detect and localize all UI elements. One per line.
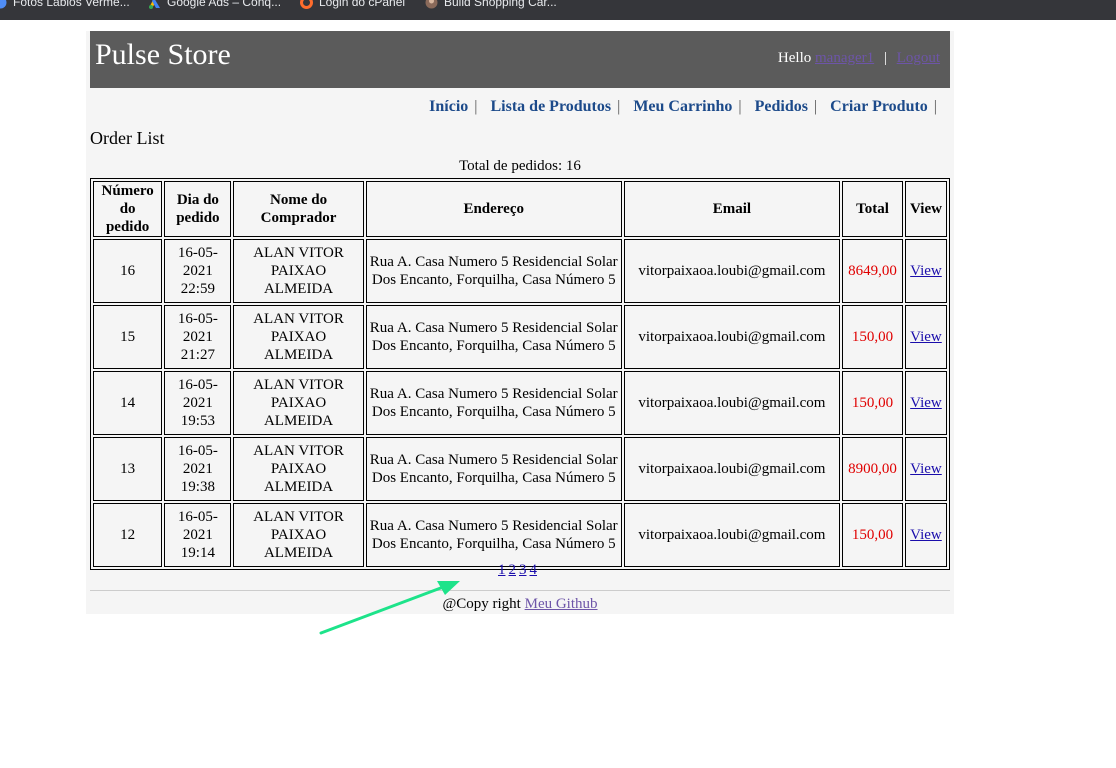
table-row: 12 16-05-2021 19:14 ALAN VITOR PAIXAO ALME…: [93, 503, 947, 567]
column-header-endereco: Endereço: [365, 181, 622, 237]
email-cell: vitorpaixaoa.loubi@gmail.com: [623, 305, 841, 369]
menu-separator: |: [813, 98, 818, 115]
pagination: 1234: [498, 562, 540, 579]
column-header-dia: Dia do pedido: [164, 181, 232, 237]
order-number-cell: 13: [93, 437, 163, 501]
buyer-name-cell: ALAN VITOR PAIXAO ALMEIDA: [233, 503, 364, 567]
view-link[interactable]: View: [910, 527, 942, 543]
email-cell: vitorpaixaoa.loubi@gmail.com: [623, 503, 841, 567]
order-number-cell: 12: [93, 503, 163, 567]
cpanel-icon: [300, 0, 313, 9]
view-cell: View: [904, 437, 947, 501]
github-link[interactable]: Meu Github: [525, 596, 598, 612]
address-cell: Rua A. Casa Numero 5 Residencial Solar D…: [365, 305, 622, 369]
column-header-email: Email: [623, 181, 841, 237]
page-container: Pulse Store Hello manager1 | Logout Iníc…: [86, 31, 954, 614]
bookmark-item[interactable]: Build Shopping Car...: [425, 0, 557, 9]
site-brand: Pulse Store: [95, 38, 231, 71]
view-cell: View: [904, 371, 947, 435]
avatar-icon: [425, 0, 438, 9]
email-cell: vitorpaixaoa.loubi@gmail.com: [623, 239, 841, 303]
address-cell: Rua A. Casa Numero 5 Residencial Solar D…: [365, 371, 622, 435]
order-total-cell: 150,00: [842, 371, 903, 435]
address-cell: Rua A. Casa Numero 5 Residencial Solar D…: [365, 437, 622, 501]
buyer-name-cell: ALAN VITOR PAIXAO ALMEIDA: [233, 239, 364, 303]
order-total-cell: 150,00: [842, 305, 903, 369]
logout-link[interactable]: Logout: [897, 50, 940, 66]
bookmarks-bar: Fotos Lábios Verme... Google Ads – Conq.…: [0, 0, 1116, 20]
address-cell: Rua A. Casa Numero 5 Residencial Solar D…: [365, 503, 622, 567]
menu-item-criar-produto[interactable]: Criar Produto: [830, 98, 928, 115]
orders-total: Total de pedidos: 16: [459, 158, 581, 174]
order-date-cell: 16-05-2021 19:53: [164, 371, 232, 435]
order-total-cell: 8649,00: [842, 239, 903, 303]
table-row: 15 16-05-2021 21:27 ALAN VITOR PAIXAO ALME…: [93, 305, 947, 369]
page-title: Order List: [90, 128, 165, 148]
menu-separator: |: [474, 98, 478, 115]
column-header-nome: Nome do Comprador: [233, 181, 364, 237]
address-cell: Rua A. Casa Numero 5 Residencial Solar D…: [365, 239, 622, 303]
view-cell: View: [904, 305, 947, 369]
menu-item-meu-carrinho[interactable]: Meu Carrinho: [633, 98, 732, 115]
column-header-total: Total: [842, 181, 903, 237]
buyer-name-cell: ALAN VITOR PAIXAO ALMEIDA: [233, 437, 364, 501]
bookmark-label: Fotos Lábios Verme...: [13, 0, 130, 9]
bookmark-item[interactable]: Fotos Lábios Verme...: [0, 0, 130, 9]
page-link-4[interactable]: 4: [530, 562, 538, 578]
globe-icon: [0, 0, 7, 9]
page-link-1[interactable]: 1: [498, 562, 506, 578]
site-header: Pulse Store Hello manager1 | Logout: [90, 31, 950, 88]
order-date-cell: 16-05-2021 21:27: [164, 305, 232, 369]
table-row: 14 16-05-2021 19:53 ALAN VITOR PAIXAO ALME…: [93, 371, 947, 435]
menu-item-inicio[interactable]: Início: [429, 98, 468, 115]
order-number-cell: 15: [93, 305, 163, 369]
bookmark-label: Login do cPanel: [319, 0, 406, 9]
main-menu: Início | Lista de Produtos | Meu Carrinho |…: [429, 98, 946, 116]
order-date-cell: 16-05-2021 19:14: [164, 503, 232, 567]
email-cell: vitorpaixaoa.loubi@gmail.com: [623, 437, 841, 501]
header-separator: |: [883, 50, 887, 66]
orders-table: Número do pedido Dia do pedido Nome do C…: [90, 178, 950, 570]
order-date-cell: 16-05-2021 19:38: [164, 437, 232, 501]
table-row: 13 16-05-2021 19:38 ALAN VITOR PAIXAO ALME…: [93, 437, 947, 501]
order-total-cell: 8900,00: [842, 437, 903, 501]
table-header-row: Número do pedido Dia do pedido Nome do C…: [93, 181, 947, 237]
bookmark-item[interactable]: Google Ads – Conq...: [148, 0, 281, 9]
order-date-cell: 16-05-2021 22:59: [164, 239, 232, 303]
view-cell: View: [904, 239, 947, 303]
user-greeting: Hello manager1 | Logout: [778, 50, 940, 67]
copyright-text: @Copy right: [442, 596, 521, 612]
page-link-2[interactable]: 2: [509, 562, 517, 578]
bookmark-label: Build Shopping Car...: [444, 0, 557, 9]
google-ads-icon: [148, 0, 161, 9]
email-cell: vitorpaixaoa.loubi@gmail.com: [623, 371, 841, 435]
hello-text: Hello: [777, 50, 812, 66]
buyer-name-cell: ALAN VITOR PAIXAO ALMEIDA: [233, 371, 364, 435]
order-number-cell: 16: [93, 239, 163, 303]
menu-separator: |: [933, 98, 937, 115]
view-cell: View: [904, 503, 947, 567]
view-link[interactable]: View: [910, 395, 942, 411]
menu-item-pedidos[interactable]: Pedidos: [755, 98, 808, 115]
order-number-cell: 14: [93, 371, 163, 435]
buyer-name-cell: ALAN VITOR PAIXAO ALMEIDA: [233, 305, 364, 369]
username-link[interactable]: manager1: [815, 50, 874, 66]
bookmark-item[interactable]: Login do cPanel: [300, 0, 405, 9]
order-total-cell: 150,00: [842, 503, 903, 567]
menu-item-lista-produtos[interactable]: Lista de Produtos: [491, 98, 612, 115]
view-link[interactable]: View: [910, 329, 942, 345]
page-link-3[interactable]: 3: [519, 562, 527, 578]
menu-separator: |: [738, 98, 742, 115]
site-footer: @Copy right Meu Github: [86, 596, 954, 613]
footer-divider: [90, 590, 950, 591]
table-row: 16 16-05-2021 22:59 ALAN VITOR PAIXAO ALME…: [93, 239, 947, 303]
view-link[interactable]: View: [910, 461, 942, 477]
menu-separator: |: [617, 98, 621, 115]
column-header-view: View: [904, 181, 947, 237]
column-header-numero: Número do pedido: [93, 181, 163, 237]
view-link[interactable]: View: [910, 263, 942, 279]
bookmark-label: Google Ads – Conq...: [167, 0, 282, 9]
